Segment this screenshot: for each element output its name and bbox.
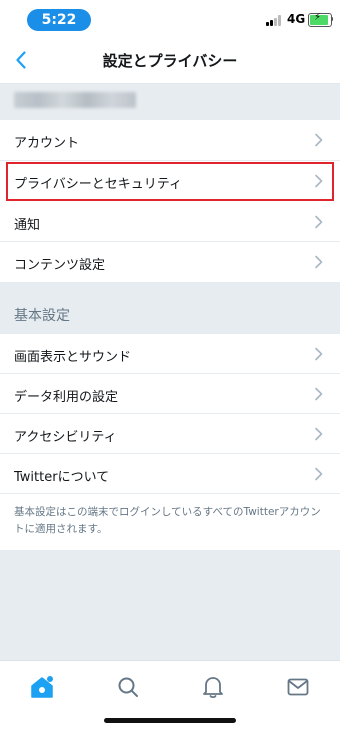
tab-search[interactable] xyxy=(114,673,142,701)
chevron-right-icon xyxy=(315,347,323,361)
charging-icon: ⚡ xyxy=(314,12,322,23)
chevron-right-icon xyxy=(315,387,323,401)
network-type: 4G xyxy=(287,12,306,26)
settings-row-label: Twitterについて xyxy=(14,470,110,485)
blurred-username xyxy=(14,92,136,108)
page-title: 設定とプライバシー xyxy=(102,52,238,70)
mail-icon xyxy=(287,678,309,696)
chevron-right-icon xyxy=(315,133,323,147)
search-icon xyxy=(118,677,138,697)
bell-icon xyxy=(203,677,223,699)
settings-row-privacy-security[interactable]: プライバシーとセキュリティ xyxy=(5,161,335,202)
settings-row-label: プライバシーとセキュリティ xyxy=(14,177,182,192)
settings-row-about-twitter[interactable]: Twitterについて xyxy=(0,454,340,494)
section-header-basic-settings: 基本設定 xyxy=(0,282,340,334)
home-indicator xyxy=(104,718,236,723)
settings-row-label: 画面表示とサウンド xyxy=(14,350,132,365)
section-header-label: 基本設定 xyxy=(14,308,70,324)
navigation-bar: 設定とプライバシー xyxy=(0,36,340,84)
status-time: 5:22 xyxy=(27,9,91,31)
battery-cap xyxy=(331,17,333,21)
account-settings-list: アカウント プライバシーとセキュリティ 通知 コンテンツ設定 xyxy=(0,120,340,282)
settings-row-label: コンテンツ設定 xyxy=(14,258,106,273)
basic-settings-list: 画面表示とサウンド データ利用の設定 アクセシビリティ Twitterについて … xyxy=(0,334,340,550)
basic-settings-footnote: 基本設定はこの端末でログインしているすべてのTwitterアカウントに適用されま… xyxy=(14,506,321,535)
chevron-right-icon xyxy=(315,215,323,229)
home-icon xyxy=(31,676,53,698)
settings-row-content-preferences[interactable]: コンテンツ設定 xyxy=(0,242,340,282)
tab-notifications[interactable] xyxy=(199,673,227,701)
settings-row-label: アカウント xyxy=(14,136,80,151)
status-bar: 5:22 4G ⚡ xyxy=(0,0,340,36)
signal-strength-icon xyxy=(266,15,284,26)
settings-row-accessibility[interactable]: アクセシビリティ xyxy=(0,414,340,454)
tab-messages[interactable] xyxy=(284,673,312,701)
chevron-right-icon xyxy=(315,174,323,188)
settings-row-label: アクセシビリティ xyxy=(14,430,117,445)
settings-row-display-sound[interactable]: 画面表示とサウンド xyxy=(0,334,340,374)
settings-row-label: データ利用の設定 xyxy=(14,390,119,405)
chevron-right-icon xyxy=(315,467,323,481)
tab-home[interactable] xyxy=(28,673,56,701)
settings-row-label: 通知 xyxy=(14,218,41,233)
settings-row-notifications[interactable]: 通知 xyxy=(0,202,340,242)
chevron-right-icon xyxy=(315,427,323,441)
bottom-tab-bar xyxy=(0,660,340,736)
settings-row-data-usage[interactable]: データ利用の設定 xyxy=(0,374,340,414)
settings-screen: 5:22 4G ⚡ 設定とプライバシー アカウント プライバシーとセキュリティ … xyxy=(0,0,340,736)
settings-row-account[interactable]: アカウント xyxy=(0,120,340,161)
account-username-header xyxy=(0,84,340,120)
chevron-right-icon xyxy=(315,255,323,269)
